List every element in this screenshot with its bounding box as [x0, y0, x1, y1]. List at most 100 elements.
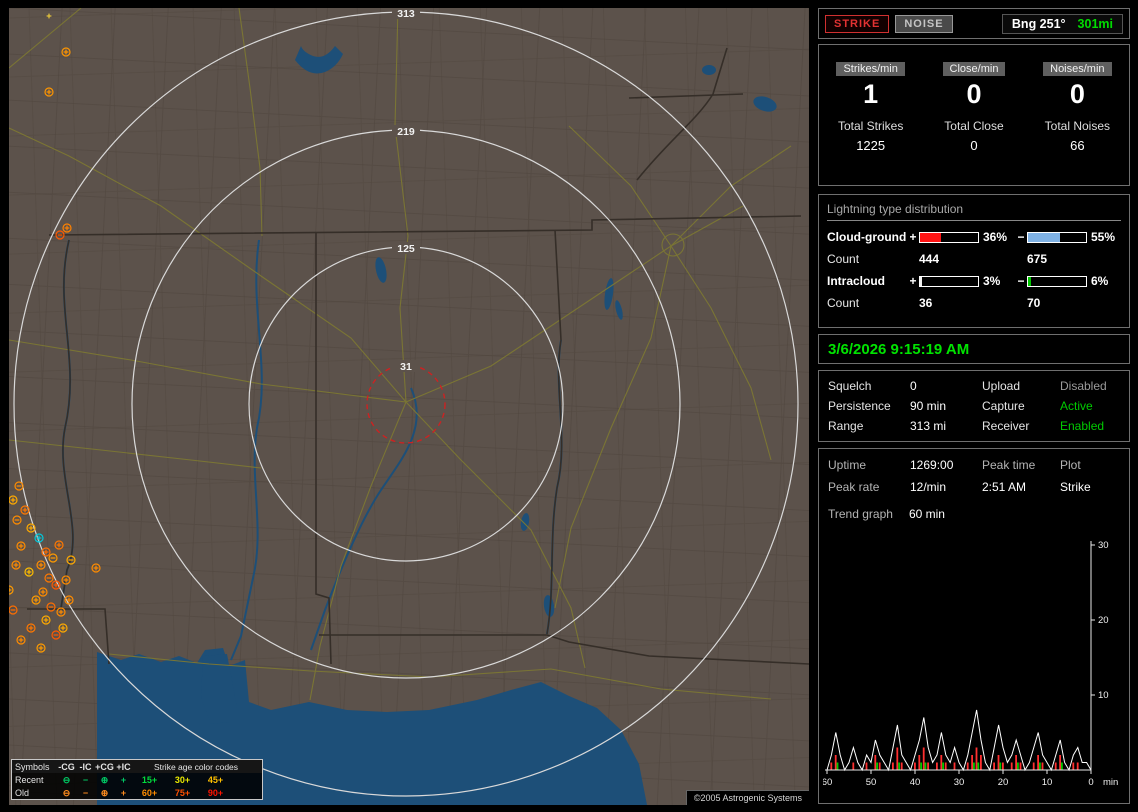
- svg-text:10: 10: [1098, 690, 1109, 701]
- ic-plus-count: 36: [919, 296, 933, 310]
- map-svg: 313 219 125 31: [9, 8, 809, 805]
- trend-graph-window: 60 min: [908, 507, 945, 521]
- total-strikes-value: 1225: [856, 138, 886, 153]
- legend-header-row: Symbols -CG -IC +CG +IC Strike age color…: [12, 760, 262, 773]
- strike-button[interactable]: STRIKE: [825, 14, 890, 33]
- cg-plus-bar: [919, 231, 979, 243]
- ring-label-125: 125: [397, 243, 415, 255]
- receiver-status: Enabled: [1060, 419, 1105, 433]
- legend-col-pos-cg: +CG: [95, 761, 114, 772]
- uptime-label: Uptime: [828, 458, 867, 472]
- upload-label: Upload: [982, 379, 1021, 393]
- copyright-notice: ©2005 Astrogenic Systems: [685, 790, 809, 805]
- circle-minus-icon: ⊖: [62, 787, 71, 798]
- svg-text:30: 30: [1098, 540, 1109, 551]
- ic-plus-percent: 3%: [983, 274, 1001, 288]
- squelch-label: Squelch: [828, 379, 872, 393]
- datetime-panel: 3/6/2026 9:15:19 AM: [818, 334, 1130, 364]
- legend-recent-label: Recent: [15, 774, 44, 785]
- distribution-title: Lightning type distribution: [827, 202, 1121, 221]
- cg-minus-bar: [1027, 231, 1087, 243]
- trend-graph: 10 20 30 60 50 40 30 20 10 0 min: [823, 540, 1118, 788]
- age-15: 15+: [141, 774, 158, 785]
- trend-axes: 10 20 30 60 50 40 30 20 10 0 min: [823, 540, 1118, 788]
- legend-col-neg-cg: -CG: [58, 761, 75, 772]
- bearing-label: Bng 251°: [1011, 16, 1066, 31]
- svg-text:0: 0: [1088, 777, 1093, 788]
- plus-icon: +: [120, 774, 127, 785]
- cg-plus-count: 444: [919, 252, 940, 266]
- cloud-ground-label: Cloud-ground: [827, 230, 907, 244]
- total-strikes-label: Total Strikes: [837, 119, 904, 133]
- status-grid: Uptime 1269:00 Peak time Plot Peak rate …: [828, 458, 1120, 494]
- capture-label: Capture: [982, 399, 1025, 413]
- circle-plus-icon: ⊕: [100, 787, 109, 798]
- plus-sign: +: [909, 230, 917, 244]
- cg-minus-count: 675: [1027, 252, 1048, 266]
- distribution-grid: Cloud-ground + 36% − 55% Count 444 675 I…: [827, 230, 1121, 310]
- ic-count-label: Count: [827, 296, 860, 310]
- distribution-panel: Lightning type distribution Cloud-ground…: [818, 194, 1130, 328]
- plot-label: Plot: [1060, 458, 1081, 472]
- noises-rate-column: Noises/min 0 Total Noises 66: [1026, 62, 1129, 185]
- svg-text:min: min: [1103, 777, 1118, 788]
- noise-button[interactable]: NOISE: [895, 14, 953, 33]
- ring-label-31: 31: [400, 361, 412, 373]
- status-trend-panel: Uptime 1269:00 Peak time Plot Peak rate …: [818, 448, 1130, 804]
- capture-status: Active: [1060, 399, 1093, 413]
- receiver-label: Receiver: [982, 419, 1030, 433]
- intracloud-label: Intracloud: [827, 274, 886, 288]
- persistence-label: Persistence: [828, 399, 891, 413]
- ring-label-219: 219: [397, 126, 415, 138]
- strikes-per-min-value: 1: [863, 79, 879, 109]
- circle-minus-icon: ⊖: [62, 774, 71, 785]
- ring-label-313: 313: [397, 8, 415, 20]
- trend-graph-header: Trend graph 60 min: [828, 507, 1120, 521]
- svg-text:60: 60: [823, 777, 832, 788]
- circle-plus-icon: ⊕: [100, 774, 109, 785]
- map-legend: Symbols -CG -IC +CG +IC Strike age color…: [11, 759, 263, 800]
- minus-icon: −: [82, 774, 89, 785]
- svg-text:20: 20: [998, 777, 1009, 788]
- age-90: 90+: [207, 787, 224, 798]
- total-noises-label: Total Noises: [1044, 119, 1111, 133]
- peak-time-value: 2:51 AM: [982, 480, 1027, 494]
- total-noises-value: 66: [1070, 138, 1085, 153]
- age-30: 30+: [174, 774, 191, 785]
- settings-panel: Squelch 0 Upload Disabled Persistence 90…: [818, 370, 1130, 442]
- ic-minus-bar: [1027, 275, 1087, 287]
- squelch-value: 0: [910, 379, 917, 393]
- svg-text:30: 30: [954, 777, 965, 788]
- close-rate-column: Close/min 0 Total Close 0: [922, 62, 1025, 185]
- age-60: 60+: [141, 787, 158, 798]
- cg-minus-percent: 55%: [1091, 230, 1116, 244]
- cg-plus-percent: 36%: [983, 230, 1008, 244]
- ic-minus-count: 70: [1027, 296, 1041, 310]
- noises-per-min-value: 0: [1069, 79, 1085, 109]
- current-datetime: 3/6/2026 9:15:19 AM: [828, 340, 970, 358]
- svg-text:40: 40: [910, 777, 921, 788]
- strikes-per-min-badge: Strikes/min: [836, 62, 905, 76]
- strikes-rate-column: Strikes/min 1 Total Strikes 1225: [819, 62, 922, 185]
- legend-symbols-header: Symbols: [15, 761, 50, 772]
- legend-col-pos-ic: +IC: [116, 761, 131, 772]
- lightning-map[interactable]: 313 219 125 31 Symbols -CG -IC +CG +IC Stri…: [9, 8, 809, 805]
- minus-sign: −: [1017, 230, 1025, 244]
- ic-plus-bar: [919, 275, 979, 287]
- ic-minus-percent: 6%: [1091, 274, 1109, 288]
- total-close-value: 0: [970, 138, 978, 153]
- svg-text:20: 20: [1098, 615, 1109, 626]
- uptime-value: 1269:00: [910, 458, 954, 472]
- age-45: 45+: [207, 774, 224, 785]
- legend-old-label: Old: [15, 787, 30, 798]
- plus-icon: +: [120, 787, 127, 798]
- close-per-min-value: 0: [966, 79, 982, 109]
- range-label: Range: [828, 419, 864, 433]
- minus-sign: −: [1017, 274, 1025, 288]
- plus-sign: +: [909, 274, 917, 288]
- peak-time-label: Peak time: [982, 458, 1036, 472]
- svg-text:10: 10: [1042, 777, 1053, 788]
- cg-count-label: Count: [827, 252, 860, 266]
- bearing-display: Bng 251° 301mi: [1001, 13, 1123, 34]
- range-value: 313 mi: [910, 419, 947, 433]
